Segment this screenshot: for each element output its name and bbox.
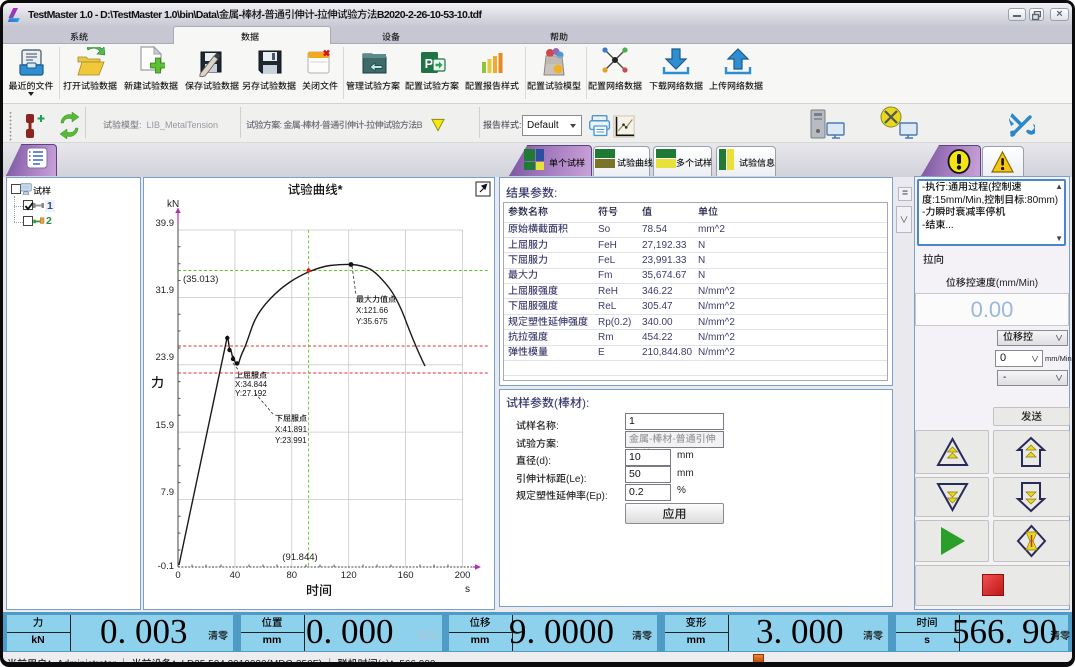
svg-text:时间: 时间: [306, 583, 332, 598]
svg-text:kN: kN: [167, 199, 179, 210]
svg-text:120: 120: [341, 570, 357, 581]
svg-text:(35.013): (35.013): [183, 274, 218, 285]
svg-text:试验曲线*: 试验曲线*: [288, 183, 343, 197]
svg-text:力: 力: [151, 375, 164, 390]
svg-text:P: P: [425, 56, 434, 71]
svg-text:80: 80: [287, 570, 298, 581]
svg-text:200: 200: [455, 570, 471, 581]
svg-text:31.9: 31.9: [156, 285, 175, 296]
svg-text:23.9: 23.9: [156, 352, 175, 363]
svg-text:X:41.891: X:41.891: [275, 425, 308, 434]
svg-text:(91.844): (91.844): [282, 552, 317, 563]
svg-text:15.9: 15.9: [156, 420, 175, 431]
svg-text:Y:35.675: Y:35.675: [356, 317, 388, 326]
svg-text:最大力值点: 最大力值点: [356, 294, 396, 304]
svg-text:X:121.66: X:121.66: [356, 306, 389, 315]
svg-text:上屈服点: 上屈服点: [235, 371, 267, 380]
svg-text:s: s: [465, 584, 470, 595]
svg-text:Y:27.192: Y:27.192: [235, 389, 267, 398]
svg-text:7.9: 7.9: [161, 487, 174, 498]
svg-text:160: 160: [398, 570, 414, 581]
svg-text:40: 40: [230, 570, 241, 581]
svg-text:下屈服点: 下屈服点: [275, 414, 307, 423]
svg-text:39.9: 39.9: [156, 218, 175, 229]
svg-text:-0.1: -0.1: [158, 561, 174, 572]
svg-text:0: 0: [175, 570, 180, 581]
svg-text:X:34.844: X:34.844: [235, 380, 268, 389]
svg-text:Y:23.991: Y:23.991: [275, 436, 307, 445]
